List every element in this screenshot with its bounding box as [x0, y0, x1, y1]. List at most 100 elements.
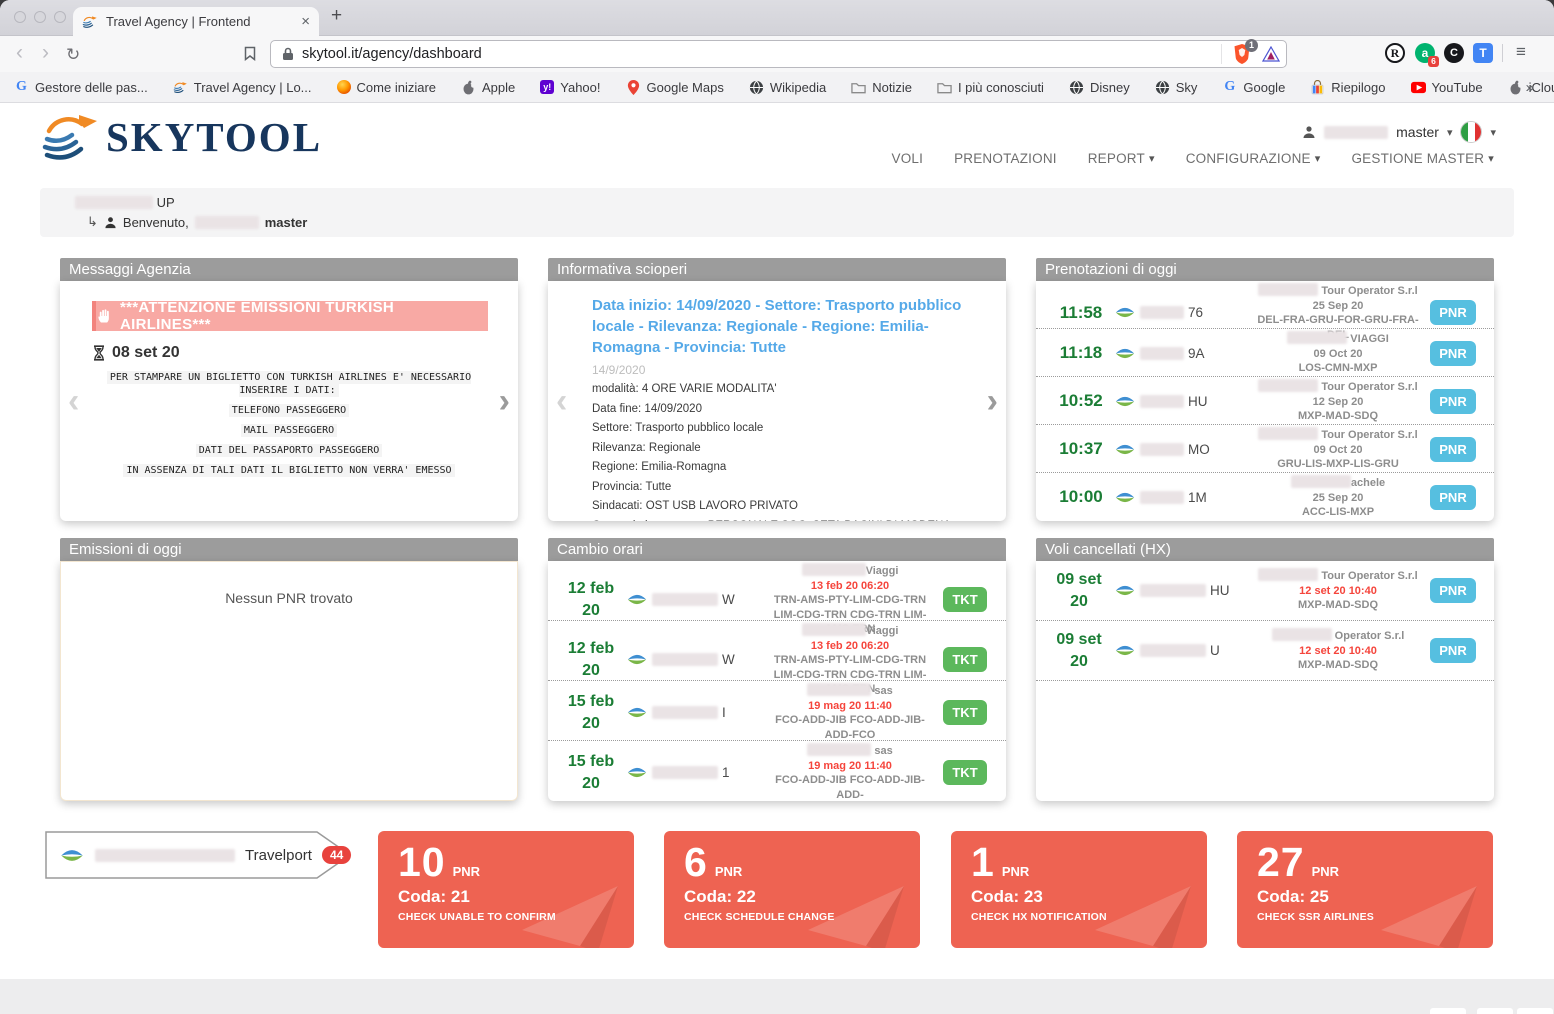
travelport-tab[interactable]: Travelport 44: [45, 831, 357, 879]
bookmark-item[interactable]: Travel Agency | Lo...: [173, 80, 312, 95]
maps-pin-icon: [626, 80, 641, 95]
pnr-button[interactable]: PNR: [1430, 300, 1475, 325]
paper-plane-icon: [522, 878, 634, 948]
travel-date: 12 Sep 20: [1256, 395, 1420, 410]
card-body: 09 set 20 HU Tour Operator S.r.l12 set 2…: [1036, 561, 1494, 801]
translate-extension-icon[interactable]: T: [1473, 43, 1493, 63]
window-close-button[interactable]: [14, 11, 26, 23]
tkt-button[interactable]: TKT: [943, 760, 986, 785]
queue-card-23[interactable]: 1PNR Coda: 23 CHECK HX NOTIFICATION: [951, 831, 1207, 948]
bookmark-label: Disney: [1090, 80, 1130, 95]
carousel-left-icon[interactable]: ‹: [68, 386, 79, 416]
bookmark-item[interactable]: Sky: [1155, 80, 1198, 95]
url-bar[interactable]: skytool.it/agency/dashboard 1: [270, 40, 1287, 68]
nav-prenotazioni[interactable]: PRENOTAZIONI: [954, 151, 1057, 166]
tab-close-icon[interactable]: ×: [301, 13, 310, 30]
caret-down-icon[interactable]: ▾: [1447, 126, 1453, 139]
code-suffix: W: [722, 592, 735, 607]
bookmark-item[interactable]: GGestore delle pas...: [14, 80, 148, 95]
footer-button[interactable]: [1477, 1008, 1513, 1014]
message-line: DATI DEL PASSAPORTO PASSEGGERO: [86, 444, 492, 457]
nav-gestione-master[interactable]: GESTIONE MASTER▾: [1351, 151, 1494, 166]
card-title: Messaggi Agenzia: [60, 258, 518, 281]
code-suffix: I: [722, 705, 726, 720]
masked-code: [1140, 491, 1184, 504]
youtube-icon: [1411, 80, 1426, 95]
bookmark-label: Notizie: [872, 80, 912, 95]
schedule-change-row: 12 feb 20 W Viaggi13 feb 20 06:20TRN-AMS…: [548, 621, 1006, 681]
bookmark-item[interactable]: Notizie: [851, 80, 912, 95]
strike-detail-line: Provincia: Tutte: [592, 478, 962, 498]
pnr-button[interactable]: PNR: [1430, 578, 1475, 603]
italy-flag-icon[interactable]: [1460, 121, 1482, 143]
username-suffix[interactable]: master: [1396, 124, 1439, 140]
queue-card-21[interactable]: 10PNR Coda: 21 CHECK UNABLE TO CONFIRM: [378, 831, 634, 948]
route: MXP-MAD-SDQ: [1256, 658, 1420, 673]
masked-agency: [1291, 475, 1351, 488]
bookmark-item[interactable]: I più conosciuti: [937, 80, 1044, 95]
masked-username: [195, 216, 259, 229]
bat-rewards-icon[interactable]: [1262, 46, 1280, 62]
bookmark-item[interactable]: Riepilogo: [1310, 80, 1385, 95]
window-minimize-button[interactable]: [34, 11, 46, 23]
bookmark-item[interactable]: Wikipedia: [749, 80, 826, 95]
window-zoom-button[interactable]: [54, 11, 66, 23]
forward-icon[interactable]: ›: [42, 41, 49, 65]
card-messaggi-agenzia: Messaggi Agenzia ***ATTENZIONE EMISSIONI…: [60, 258, 518, 521]
bookmark-item[interactable]: Apple: [461, 80, 515, 95]
schedule-change-row: 15 feb 20 I sas19 mag 20 11:40FCO-ADD-JI…: [548, 681, 1006, 741]
caret-down-icon[interactable]: ▾: [1490, 126, 1496, 139]
carousel-right-icon[interactable]: ›: [987, 386, 998, 416]
nav-label: CONFIGURAZIONE: [1186, 151, 1311, 166]
pnr-code: I: [626, 705, 768, 720]
browser-tab[interactable]: Travel Agency | Frontend ×: [73, 7, 319, 36]
pnr-button[interactable]: PNR: [1430, 638, 1475, 663]
strike-detail-line: Sindacati: OST USB LAVORO PRIVATO: [592, 497, 962, 517]
extension-c-icon[interactable]: C: [1444, 43, 1464, 63]
return-arrow-icon: ↳: [87, 214, 98, 230]
carousel-right-icon[interactable]: ›: [499, 386, 510, 416]
queue-card-22[interactable]: 6PNR Coda: 22 CHECK SCHEDULE CHANGE: [664, 831, 920, 948]
more-bookmarks-chevron[interactable]: »: [1526, 79, 1534, 96]
booking-info: VIAGGI09 Oct 20LOS-CMN-MXP: [1256, 331, 1420, 376]
nav-voli[interactable]: VOLI: [892, 151, 924, 166]
brave-shield-icon[interactable]: 1: [1232, 43, 1252, 65]
bookmark-icon[interactable]: [244, 46, 256, 61]
message-line: IN ASSENZA DI TALI DATI IL BIGLIETTO NON…: [86, 464, 492, 477]
extension-a-icon[interactable]: a6: [1415, 43, 1435, 63]
reload-icon[interactable]: ↻: [66, 43, 80, 67]
bookmark-item[interactable]: GGoogle: [1222, 80, 1285, 95]
nav-report[interactable]: REPORT▾: [1088, 151, 1155, 166]
tkt-button[interactable]: TKT: [943, 700, 986, 725]
message-line: PER STAMPARE UN BIGLIETTO CON TURKISH AI…: [86, 371, 492, 397]
menu-icon[interactable]: ≡: [1516, 42, 1526, 62]
footer-button[interactable]: [1430, 1008, 1466, 1014]
bookmark-item[interactable]: Disney: [1069, 80, 1130, 95]
new-tab-button[interactable]: +: [331, 5, 342, 27]
bookmark-label: Wikipedia: [770, 80, 826, 95]
carousel-left-icon[interactable]: ‹: [556, 386, 567, 416]
bookmark-label: Google: [1243, 80, 1285, 95]
tkt-button[interactable]: TKT: [943, 647, 986, 672]
pnr-button[interactable]: PNR: [1430, 389, 1475, 414]
strike-headline-link[interactable]: Data inizio: 14/09/2020 - Settore: Trasp…: [592, 295, 962, 358]
bookmark-item[interactable]: YouTube: [1411, 80, 1483, 95]
queue-card-25[interactable]: 27PNR Coda: 25 CHECK SSR AIRLINES: [1237, 831, 1493, 948]
pnr-button[interactable]: PNR: [1430, 437, 1475, 462]
pnr-button[interactable]: PNR: [1430, 485, 1475, 510]
footer-button[interactable]: [1517, 1008, 1553, 1014]
pnr-code: 1M: [1114, 490, 1256, 505]
extension-r-icon[interactable]: R: [1385, 43, 1405, 63]
bookmark-item[interactable]: y!Yahoo!: [540, 80, 600, 95]
bookmark-item[interactable]: Come iniziare: [337, 80, 436, 95]
firefox-icon: [337, 80, 351, 94]
nav-configurazione[interactable]: CONFIGURAZIONE▾: [1186, 151, 1321, 166]
pnr-button[interactable]: PNR: [1430, 341, 1475, 366]
bookmark-item[interactable]: Google Maps: [626, 80, 724, 95]
booking-time: 10:37: [1048, 439, 1114, 459]
url-text[interactable]: skytool.it/agency/dashboard: [302, 46, 1221, 62]
back-icon[interactable]: ‹: [16, 41, 23, 65]
tkt-button[interactable]: TKT: [943, 587, 986, 612]
logo-text: SKYTOOL: [106, 113, 322, 161]
code-suffix: 1: [722, 765, 730, 780]
